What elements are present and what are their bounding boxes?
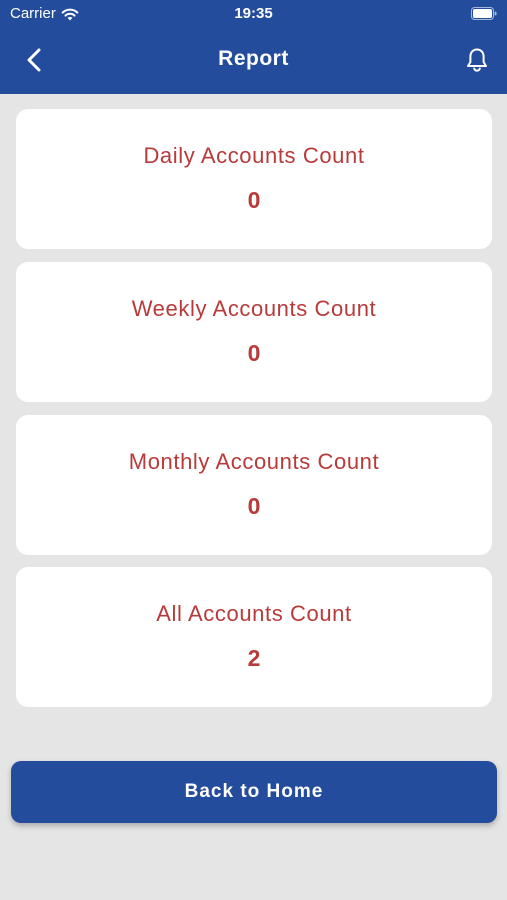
weekly-accounts-card: Weekly Accounts Count 0 — [16, 262, 492, 402]
card-label: Monthly Accounts Count — [128, 449, 380, 474]
navigation-bar: Report — [0, 28, 507, 94]
card-value: 2 — [247, 645, 261, 671]
back-to-home-button[interactable]: Back to Home — [11, 761, 497, 823]
status-time: 19:35 — [234, 5, 273, 22]
battery-icon — [471, 7, 497, 20]
status-bar: Carrier 19:35 — [0, 0, 507, 28]
daily-accounts-card: Daily Accounts Count 0 — [16, 109, 492, 249]
bell-icon[interactable] — [465, 47, 489, 73]
page-title: Report — [218, 47, 289, 70]
all-accounts-card: All Accounts Count 2 — [16, 567, 492, 707]
card-label: Daily Accounts Count — [143, 143, 365, 168]
card-value: 0 — [247, 340, 261, 366]
card-label: All Accounts Count — [156, 601, 352, 626]
monthly-accounts-card: Monthly Accounts Count 0 — [16, 415, 492, 555]
card-value: 0 — [247, 493, 261, 519]
card-value: 0 — [247, 187, 261, 213]
app-header: Carrier 19:35 Report — [0, 0, 507, 94]
card-label: Weekly Accounts Count — [131, 296, 377, 321]
